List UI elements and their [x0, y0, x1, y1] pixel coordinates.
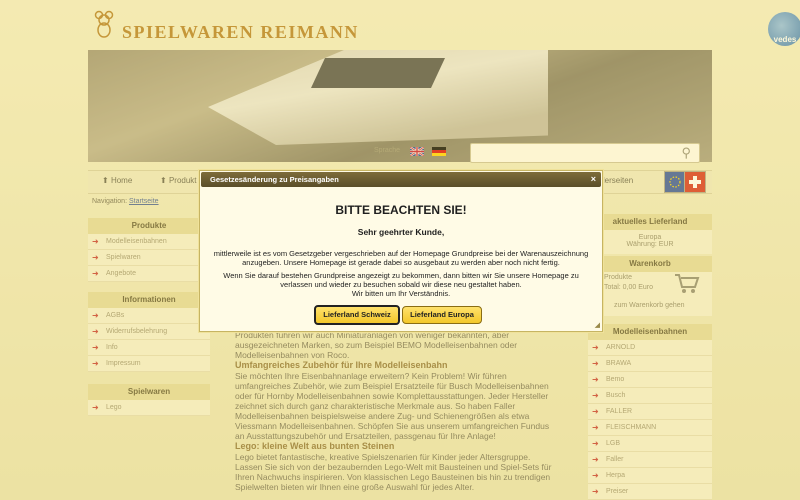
modal-greeting: Sehr geehrter Kunde, — [357, 227, 445, 237]
modal-paragraph: Wir bitten um Ihr Verständnis. — [351, 289, 451, 298]
price-law-modal: Gesetzesänderung zu Preisangaben × BITTE… — [199, 170, 603, 332]
modal-paragraph: mittlerweile ist es vom Gesetzgeber verg… — [213, 249, 589, 267]
modal-paragraph: Wenn Sie darauf bestehen Grundpreise ang… — [223, 271, 579, 289]
modal-title: Gesetzesänderung zu Preisangaben — [210, 175, 339, 184]
lieferland-europa-button[interactable]: Lieferland Europa — [402, 306, 482, 324]
modal-heading: BITTE BEACHTEN SIE! — [335, 203, 467, 217]
page: Spielwaren Reimann vedes Sprache ⚲ ⬆ Hom… — [0, 0, 800, 500]
resize-handle-icon[interactable]: ◢ — [595, 321, 600, 329]
lieferland-schweiz-button[interactable]: Lieferland Schweiz — [314, 305, 400, 325]
modal-body: BITTE BEACHTEN SIE! Sehr geehrter Kunde,… — [200, 203, 602, 298]
modal-header: Gesetzesänderung zu Preisangaben × — [201, 172, 601, 187]
close-icon[interactable]: × — [591, 172, 596, 187]
